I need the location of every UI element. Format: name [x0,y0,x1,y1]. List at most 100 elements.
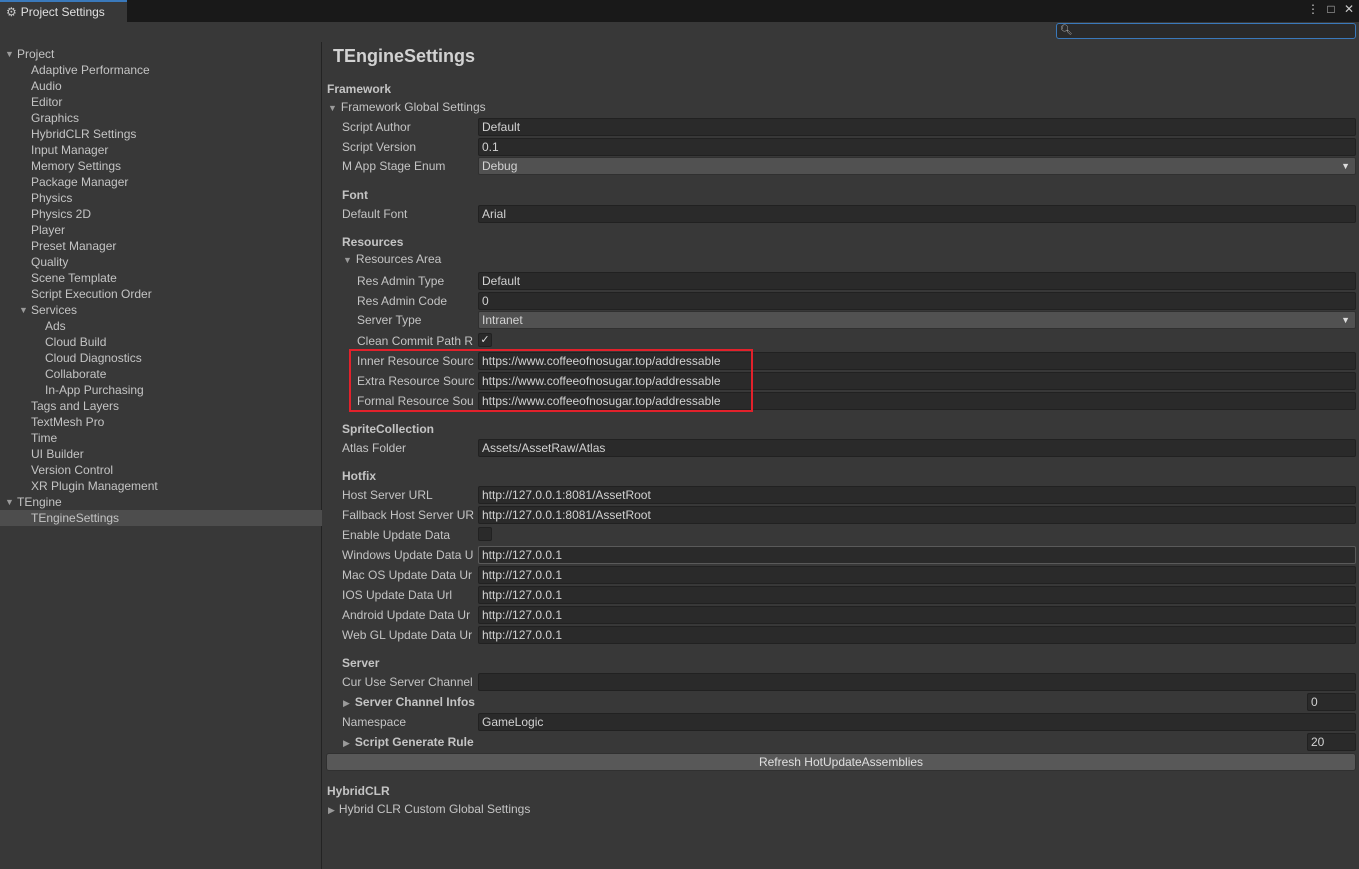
sidebar-item-label: Time [31,431,58,445]
sidebar-item[interactable]: Preset Manager [0,238,322,254]
script-author-field[interactable]: Default [478,118,1356,136]
sidebar-item[interactable]: HybridCLR Settings [0,126,322,142]
host-server-field[interactable]: http://127.0.0.1:8081/AssetRoot [478,486,1356,504]
sidebar-item-tengine[interactable]: ▼ TEngine [0,494,322,510]
server-type-dropdown[interactable]: Intranet ▼ [478,311,1356,329]
foldout-script-generate-rule[interactable]: ▶ Script Generate Rule [343,734,503,750]
sidebar-item-label: Script Execution Order [31,287,152,301]
ios-update-field[interactable]: http://127.0.0.1 [478,586,1356,604]
namespace-field[interactable]: GameLogic [478,713,1356,731]
tab-project-settings[interactable]: ⚙ Project Settings [0,0,127,22]
sidebar-item[interactable]: Collaborate [0,366,322,382]
refresh-hot-update-button[interactable]: Refresh HotUpdateAssemblies [326,753,1356,771]
sidebar-item[interactable]: Version Control [0,462,322,478]
webgl-update-field[interactable]: http://127.0.0.1 [478,626,1356,644]
search-box[interactable]: 🔍︎ [1056,23,1356,39]
sidebar-item[interactable]: XR Plugin Management [0,478,322,494]
expanded-arrow-icon[interactable]: ▼ [19,302,28,318]
maximize-icon[interactable]: □ [1325,2,1337,16]
res-admin-type-field[interactable]: Default [478,272,1356,290]
sidebar-item[interactable]: Graphics [0,110,322,126]
sidebar-item[interactable]: Script Execution Order [0,286,322,302]
default-font-field[interactable]: Arial [478,205,1356,223]
gear-icon: ⚙ [6,5,17,19]
sidebar-item-label: Adaptive Performance [31,63,150,77]
sidebar-item-label: XR Plugin Management [31,479,158,493]
more-icon[interactable]: ⋮ [1307,2,1319,16]
sidebar-item[interactable]: Scene Template [0,270,322,286]
sidebar-item-label: Services [31,303,78,317]
res-admin-code-field[interactable]: 0 [478,292,1356,310]
sidebar-item-label: Memory Settings [31,159,122,173]
sidebar-item-label: TEngineSettings [31,511,120,525]
sidebar-item-label: Editor [31,95,63,109]
sidebar-item[interactable]: Time [0,430,322,446]
chevron-down-icon: ▼ [1341,161,1350,171]
section-hotfix: Hotfix [342,469,376,483]
section-server: Server [342,656,380,670]
section-font: Font [342,188,368,202]
foldout-hybridclr-custom[interactable]: ▶ Hybrid CLR Custom Global Settings [328,802,530,816]
chevron-down-icon: ▼ [1341,315,1350,325]
close-icon[interactable]: ✕ [1343,2,1355,16]
sidebar-item-label: Player [31,223,66,237]
sidebar-item[interactable]: Adaptive Performance [0,62,322,78]
collapsed-arrow-icon: ▶ [343,738,350,748]
android-update-field[interactable]: http://127.0.0.1 [478,606,1356,624]
sidebar-item-label: Input Manager [31,143,109,157]
sidebar-item-label: In-App Purchasing [45,383,144,397]
sidebar-item-label: Preset Manager [31,239,117,253]
foldout-server-channel-infos[interactable]: ▶ Server Channel Infos [343,694,503,710]
atlas-folder-field[interactable]: Assets/AssetRaw/Atlas [478,439,1356,457]
sidebar-item-label: TextMesh Pro [31,415,105,429]
sidebar-item[interactable]: Package Manager [0,174,322,190]
sidebar-item[interactable]: Ads [0,318,322,334]
fallback-host-field[interactable]: http://127.0.0.1:8081/AssetRoot [478,506,1356,524]
sidebar-item-label: Cloud Build [45,335,107,349]
expanded-arrow-icon[interactable]: ▼ [5,46,14,62]
section-hybridclr: HybridCLR [327,784,390,798]
sidebar-item-tengine-settings[interactable]: TEngineSettings [0,510,322,526]
sidebar-item[interactable]: Quality [0,254,322,270]
mac-update-field[interactable]: http://127.0.0.1 [478,566,1356,584]
sidebar-item[interactable]: Cloud Diagnostics [0,350,322,366]
sidebar-item[interactable]: Memory Settings [0,158,322,174]
sidebar-item[interactable]: Player [0,222,322,238]
enable-update-checkbox[interactable] [478,527,492,541]
sidebar-item-services[interactable]: ▼ Services [0,302,322,318]
sidebar-item[interactable]: Audio [0,78,322,94]
section-framework: Framework [327,82,392,96]
sidebar-item[interactable]: In-App Purchasing [0,382,322,398]
windows-update-field[interactable]: http://127.0.0.1 [478,546,1356,564]
foldout-resources-area[interactable]: ▼ Resources Area [343,252,441,266]
sidebar-item-label: TEngine [17,495,62,509]
sidebar-item[interactable]: TextMesh Pro [0,414,322,430]
window-controls: ⋮ □ ✕ [1307,2,1355,16]
cur-use-server-field[interactable] [478,673,1356,691]
search-input[interactable] [1073,24,1353,38]
tab-title: Project Settings [20,5,105,19]
foldout-framework-global[interactable]: ▼ Framework Global Settings [328,100,486,114]
script-version-field[interactable]: 0.1 [478,138,1356,156]
sidebar-item-label: Physics 2D [31,207,92,221]
server-channel-count[interactable]: 0 [1307,693,1356,711]
sidebar-item[interactable]: Physics [0,190,322,206]
clean-commit-checkbox[interactable]: ✓ [478,333,492,347]
page-title: TEngineSettings [333,46,476,66]
sidebar-item[interactable]: Cloud Build [0,334,322,350]
sidebar-item-label: UI Builder [31,447,84,461]
search-icon: 🔍︎ [1060,25,1073,36]
sidebar-item[interactable]: Editor [0,94,322,110]
sidebar-item-label: Package Manager [31,175,129,189]
app-stage-dropdown[interactable]: Debug ▼ [478,157,1356,175]
expanded-arrow-icon[interactable]: ▼ [5,494,14,510]
sidebar-item[interactable]: Tags and Layers [0,398,322,414]
sidebar-item-label: HybridCLR Settings [31,127,137,141]
sidebar-item-label: Collaborate [45,367,107,381]
script-generate-count[interactable]: 20 [1307,733,1356,751]
sidebar-item[interactable]: Physics 2D [0,206,322,222]
sidebar-item[interactable]: UI Builder [0,446,322,462]
section-sprite-collection: SpriteCollection [342,422,435,436]
sidebar-item-project[interactable]: ▼ Project [0,46,322,62]
sidebar-item[interactable]: Input Manager [0,142,322,158]
